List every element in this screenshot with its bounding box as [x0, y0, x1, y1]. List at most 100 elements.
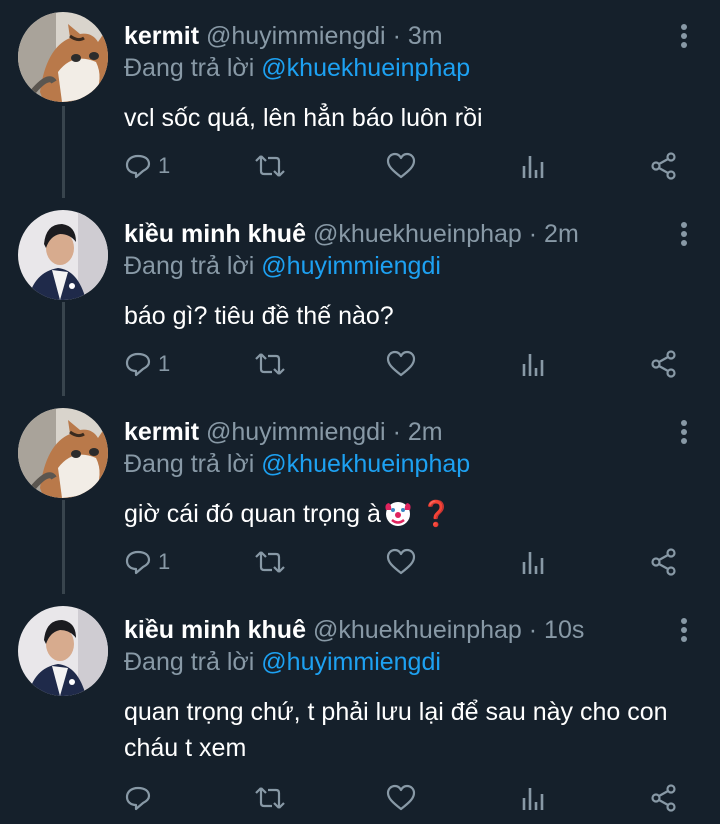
replying-to-link[interactable]: @khuekhueinphap — [261, 450, 470, 478]
tweet-header: kermit @huyimmiengdi · 2m — [124, 416, 660, 448]
replying-prefix: Đang trả lời — [124, 54, 255, 82]
retweet-button[interactable] — [254, 148, 286, 184]
heart-icon — [386, 784, 416, 811]
retweet-icon — [255, 551, 285, 573]
share-icon — [651, 152, 676, 180]
analytics-icon — [522, 788, 544, 810]
man-avatar-icon — [18, 606, 108, 696]
retweet-icon — [255, 155, 285, 177]
username[interactable]: @khuekhueinphap — [313, 616, 522, 644]
separator-dot: · — [528, 220, 538, 248]
reply-count: 1 — [158, 153, 171, 178]
replying-to: Đang trả lời @huyimmiengdi — [124, 250, 441, 282]
more-options-icon[interactable] — [674, 22, 694, 50]
avatar[interactable] — [18, 408, 108, 498]
action-bar: 1 — [124, 346, 684, 382]
more-options-icon[interactable] — [674, 418, 694, 446]
clown-face-icon — [385, 502, 411, 526]
avatar[interactable] — [18, 12, 108, 102]
timestamp[interactable]: 2m — [408, 418, 443, 446]
action-bar: 1 — [124, 544, 684, 580]
separator-dot: · — [392, 418, 401, 446]
replying-to-link[interactable]: @khuekhueinphap — [261, 54, 470, 82]
display-name[interactable]: kermit — [124, 418, 199, 446]
replying-to: Đang trả lời @huyimmiengdi — [124, 646, 441, 678]
tweet[interactable]: kiều minh khuê @khuekhueinphap · 10s Đan… — [0, 594, 720, 824]
reply-button[interactable]: 1 — [124, 544, 170, 580]
share-icon — [651, 350, 676, 378]
analytics-icon — [522, 156, 544, 178]
tweet-thread: kermit @huyimmiengdi · 3m Đang trả lời @… — [0, 0, 720, 824]
replying-to-link[interactable]: @huyimmiengdi — [261, 252, 441, 280]
action-bar — [124, 780, 684, 816]
man-avatar-icon — [18, 210, 108, 300]
timestamp[interactable]: 10s — [544, 616, 584, 644]
analytics-icon — [522, 354, 544, 376]
retweet-button[interactable] — [254, 346, 286, 382]
separator-dot: · — [392, 22, 401, 50]
reply-count: 1 — [158, 351, 171, 376]
share-button[interactable] — [650, 148, 678, 184]
like-button[interactable] — [386, 544, 416, 580]
share-button[interactable] — [650, 544, 678, 580]
reply-button[interactable]: 1 — [124, 346, 170, 382]
replying-to: Đang trả lời @khuekhueinphap — [124, 52, 470, 84]
analytics-icon — [522, 552, 544, 574]
tweet[interactable]: kiều minh khuê @khuekhueinphap · 2m Đang… — [0, 198, 720, 396]
heart-icon — [386, 548, 416, 575]
avatar[interactable] — [18, 210, 108, 300]
cat-avatar-icon — [18, 408, 108, 498]
reply-icon — [125, 352, 151, 377]
tweet-text: quan trọng chứ, t phải lưu lại để sau nà… — [124, 698, 668, 762]
share-button[interactable] — [650, 780, 678, 816]
share-icon — [651, 548, 676, 576]
reply-icon — [125, 550, 151, 575]
retweet-icon — [255, 787, 285, 809]
action-bar: 1 — [124, 148, 684, 184]
tweet[interactable]: kermit @huyimmiengdi · 3m Đang trả lời @… — [0, 0, 720, 198]
heart-icon — [386, 152, 416, 179]
more-options-icon[interactable] — [674, 616, 694, 644]
question-mark-emoji: ❓ — [420, 500, 452, 528]
tweet-text: báo gì? tiêu đề thế nào? — [124, 302, 394, 330]
timestamp[interactable]: 3m — [408, 22, 443, 50]
replying-prefix: Đang trả lời — [124, 252, 255, 280]
tweet[interactable]: kermit @huyimmiengdi · 2m Đang trả lời @… — [0, 396, 720, 594]
tweet-header: kiều minh khuê @khuekhueinphap · 2m — [124, 218, 660, 250]
reply-icon — [125, 154, 151, 179]
reply-button[interactable]: 1 — [124, 148, 170, 184]
like-button[interactable] — [386, 148, 416, 184]
replying-prefix: Đang trả lời — [124, 648, 255, 676]
analytics-button[interactable] — [520, 346, 546, 382]
heart-icon — [386, 350, 416, 377]
display-name[interactable]: kiều minh khuê — [124, 220, 306, 248]
username[interactable]: @huyimmiengdi — [206, 22, 386, 50]
display-name[interactable]: kiều minh khuê — [124, 616, 306, 644]
replying-to-link[interactable]: @huyimmiengdi — [261, 648, 441, 676]
tweet-text-container: giờ cái đó quan trọng à ❓ — [124, 496, 704, 532]
like-button[interactable] — [386, 780, 416, 816]
reply-button[interactable] — [124, 780, 158, 816]
separator-dot: · — [528, 616, 538, 644]
tweet-text: giờ cái đó quan trọng à — [124, 500, 381, 528]
tweet-text: vcl sốc quá, lên hẳn báo luôn rồi — [124, 104, 483, 132]
retweet-button[interactable] — [254, 544, 286, 580]
tweet-header: kermit @huyimmiengdi · 3m — [124, 20, 660, 52]
analytics-button[interactable] — [520, 780, 546, 816]
analytics-button[interactable] — [520, 148, 546, 184]
reply-count: 1 — [158, 549, 171, 574]
like-button[interactable] — [386, 346, 416, 382]
timestamp[interactable]: 2m — [544, 220, 579, 248]
share-button[interactable] — [650, 346, 678, 382]
more-options-icon[interactable] — [674, 220, 694, 248]
analytics-button[interactable] — [520, 544, 546, 580]
replying-to: Đang trả lời @khuekhueinphap — [124, 448, 470, 480]
username[interactable]: @huyimmiengdi — [206, 418, 386, 446]
username[interactable]: @khuekhueinphap — [313, 220, 522, 248]
display-name[interactable]: kermit — [124, 22, 199, 50]
retweet-icon — [255, 353, 285, 375]
reply-icon — [125, 786, 151, 811]
avatar[interactable] — [18, 606, 108, 696]
share-icon — [651, 784, 676, 812]
retweet-button[interactable] — [254, 780, 286, 816]
